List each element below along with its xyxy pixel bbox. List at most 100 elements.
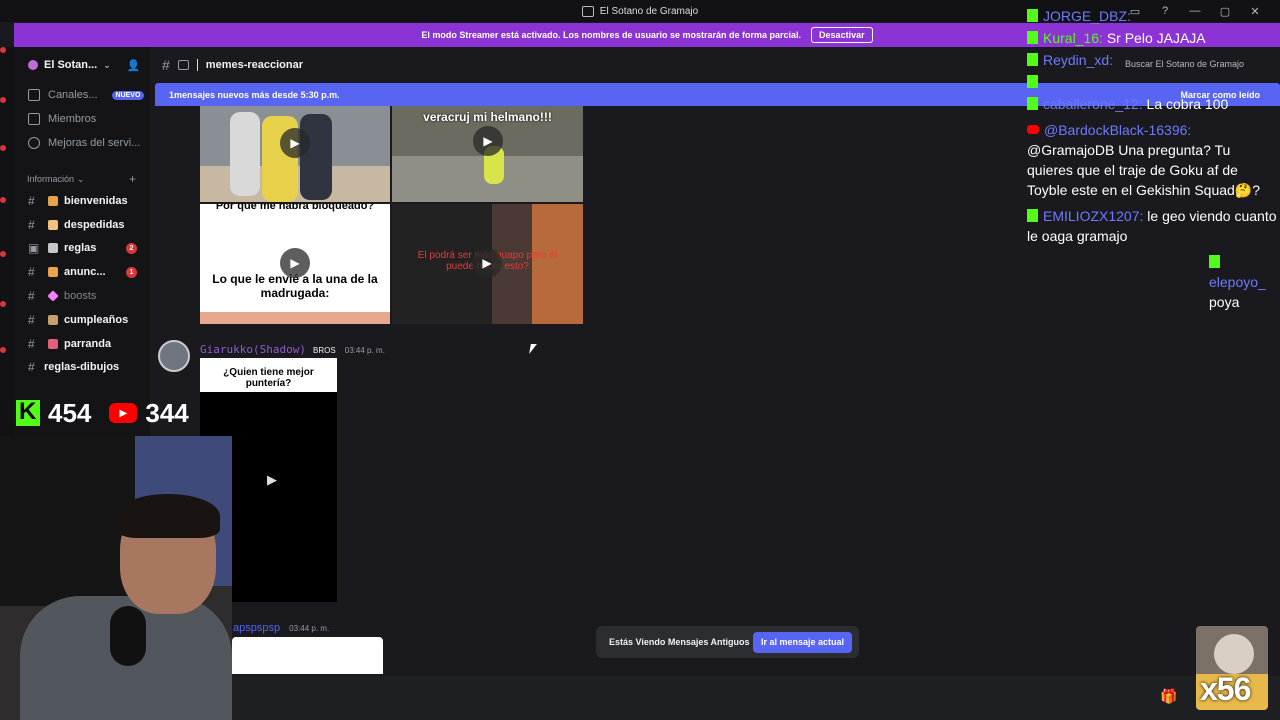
play-icon[interactable]: ▶ <box>473 126 503 156</box>
channel-name: boosts <box>64 290 97 303</box>
invite-people-icon[interactable]: 👤 <box>127 59 141 72</box>
channel-despedidas[interactable]: # despedidas <box>14 213 150 237</box>
channel-cumpleanos[interactable]: # cumpleaños <box>14 308 150 332</box>
play-icon[interactable]: ▶ <box>472 248 502 278</box>
add-channel-icon[interactable]: + <box>129 172 136 186</box>
chat-username: EMILIOZX1207: <box>1043 208 1144 224</box>
channel-name: despedidas <box>64 218 125 231</box>
hash-icon: # <box>28 289 35 304</box>
server-icon <box>28 60 38 70</box>
viewer-counter: 454 ▶ 344 <box>16 398 189 428</box>
notification-dot <box>0 347 6 353</box>
kick-badge-icon <box>1027 97 1038 110</box>
username[interactable]: apspspsp <box>233 622 280 634</box>
chat-message: JORGE_DBZ: <box>1027 6 1277 26</box>
kick-logo-icon <box>16 398 40 426</box>
channel-parranda[interactable]: # parranda <box>14 332 150 356</box>
old-messages-text: Estás Viendo Mensajes Antiguos <box>609 637 750 647</box>
sidebar-item-members[interactable]: Miembros <box>14 107 150 131</box>
play-icon[interactable]: ▶ <box>280 248 310 278</box>
kick-badge-icon <box>1027 9 1038 22</box>
notification-dot <box>0 47 6 53</box>
new-messages-text: 1mensajes nuevos más desde 5:30 p.m. <box>169 89 340 100</box>
hash-icon: # <box>28 217 35 232</box>
sidebar-item-label: Canales... <box>48 89 98 101</box>
play-icon[interactable]: ▶ <box>267 472 277 488</box>
gift-icon[interactable]: 🎁 <box>1160 688 1177 705</box>
scroll-emoji-icon <box>48 195 58 206</box>
youtube-viewer-count: 344 <box>145 397 189 428</box>
new-badge: NUEVO <box>111 90 145 100</box>
channel-reglas[interactable]: ▣ reglas 2 <box>14 237 150 261</box>
message-list: ▶ veracruj mi helmano!!! ▶ Por qué me ha… <box>150 106 1020 674</box>
chat-text: La cobra 100 <box>1146 96 1229 112</box>
channel-title: memes-reaccionar <box>205 59 304 71</box>
notification-dot <box>0 251 6 257</box>
hash-icon: # <box>162 57 170 73</box>
chat-text: poya <box>1209 294 1240 310</box>
image-attachment[interactable] <box>232 637 383 674</box>
channel-name: anunc... <box>64 266 106 279</box>
boost-gem-icon <box>47 290 59 302</box>
channel-reglas-dibujos[interactable]: # reglas-dibujos <box>14 356 150 380</box>
chat-message: EMILIOZX1207: le geo viendo cuanto le oa… <box>1027 206 1277 246</box>
wave-emoji-icon <box>48 219 58 230</box>
notification-dot <box>0 301 6 307</box>
channel-anuncios[interactable]: # anunc... 1 <box>14 260 150 284</box>
video-attachment[interactable]: ▶ <box>200 106 390 202</box>
channel-name: reglas-dibujos <box>44 361 120 374</box>
channels-icon <box>28 89 40 101</box>
sidebar-item-label: Mejoras del servi... <box>48 137 141 149</box>
chat-username: caballerone_12: <box>1043 96 1143 112</box>
role-tag: BROS <box>313 346 336 355</box>
chat-text: Sr Pelo JAJAJA <box>1106 30 1206 46</box>
chat-message: caballerone_12: La cobra 100 <box>1027 94 1277 114</box>
kick-badge-icon <box>1027 75 1038 88</box>
stream-chat-overlay: JORGE_DBZ: Kural_16: Sr Pelo JAJAJA Reyd… <box>1027 6 1277 318</box>
video-caption: ¿Quien tiene mejor puntería? <box>223 367 314 389</box>
youtube-badge-icon <box>1027 125 1039 134</box>
youtube-logo-icon: ▶ <box>109 403 138 423</box>
avatar[interactable] <box>158 340 190 372</box>
sidebar-item-boosts[interactable]: Mejoras del servi... <box>14 131 150 155</box>
server-header[interactable]: El Sotan... ⌄ 👤 <box>14 47 150 83</box>
video-attachment[interactable]: veracruj mi helmano!!! ▶ <box>392 106 583 202</box>
kick-badge-icon <box>1027 209 1038 222</box>
party-emoji-icon <box>48 338 58 349</box>
chat-message: elepoyo_ poya <box>1209 252 1277 312</box>
username[interactable]: Giarukko(Shadow) <box>200 343 306 356</box>
chevron-down-icon: ⌄ <box>77 173 85 184</box>
hash-icon: # <box>28 360 35 375</box>
video-top-caption: Por qué me habrá bloqueado? <box>215 204 375 212</box>
category-label: Información <box>27 174 75 184</box>
kick-viewer-count: 454 <box>48 397 92 428</box>
notification-dot <box>0 197 6 203</box>
reaction-multiplier: x56 <box>1200 671 1251 707</box>
hash-icon: # <box>28 312 35 327</box>
chat-username: JORGE_DBZ: <box>1043 8 1131 24</box>
timestamp: 03:44 p. m. <box>289 624 330 633</box>
chat-username: @BardockBlack-16396: <box>1044 122 1192 138</box>
reaction-image <box>1214 634 1254 674</box>
video-attachment[interactable]: El podrá ser más guapo pero él puede hac… <box>392 204 583 324</box>
jump-to-present-button[interactable]: Ir al mensaje actual <box>752 631 852 653</box>
play-icon[interactable]: ▶ <box>280 128 310 158</box>
sidebar-item-channels[interactable]: Canales... NUEVO <box>14 83 150 107</box>
channel-bienvenidas[interactable]: # bienvenidas <box>14 189 150 213</box>
timestamp: 03:44 p. m. <box>344 346 385 355</box>
streamer-mode-text: El modo Streamer está activado. Los nomb… <box>421 30 802 40</box>
channel-name: parranda <box>64 337 112 350</box>
hash-icon: # <box>28 336 35 351</box>
disable-streamer-mode-button[interactable]: Desactivar <box>811 27 873 43</box>
message-composer[interactable] <box>232 676 1280 720</box>
category-info[interactable]: Información ⌄ + <box>14 169 150 189</box>
video-caption: veracruj mi helmano!!! <box>423 110 552 124</box>
clipboard-emoji-icon <box>48 243 58 254</box>
video-attachment[interactable]: Por qué me habrá bloqueado? Lo que le en… <box>200 204 390 324</box>
chevron-down-icon: ⌄ <box>103 59 111 70</box>
chat-text: @GramajoDB Una pregunta? Tu quieres que … <box>1027 142 1261 198</box>
megaphone-emoji-icon <box>48 267 58 278</box>
channel-boosts[interactable]: # boosts <box>14 284 150 308</box>
webcam-wall <box>0 436 135 606</box>
webcam-feed <box>0 436 232 720</box>
